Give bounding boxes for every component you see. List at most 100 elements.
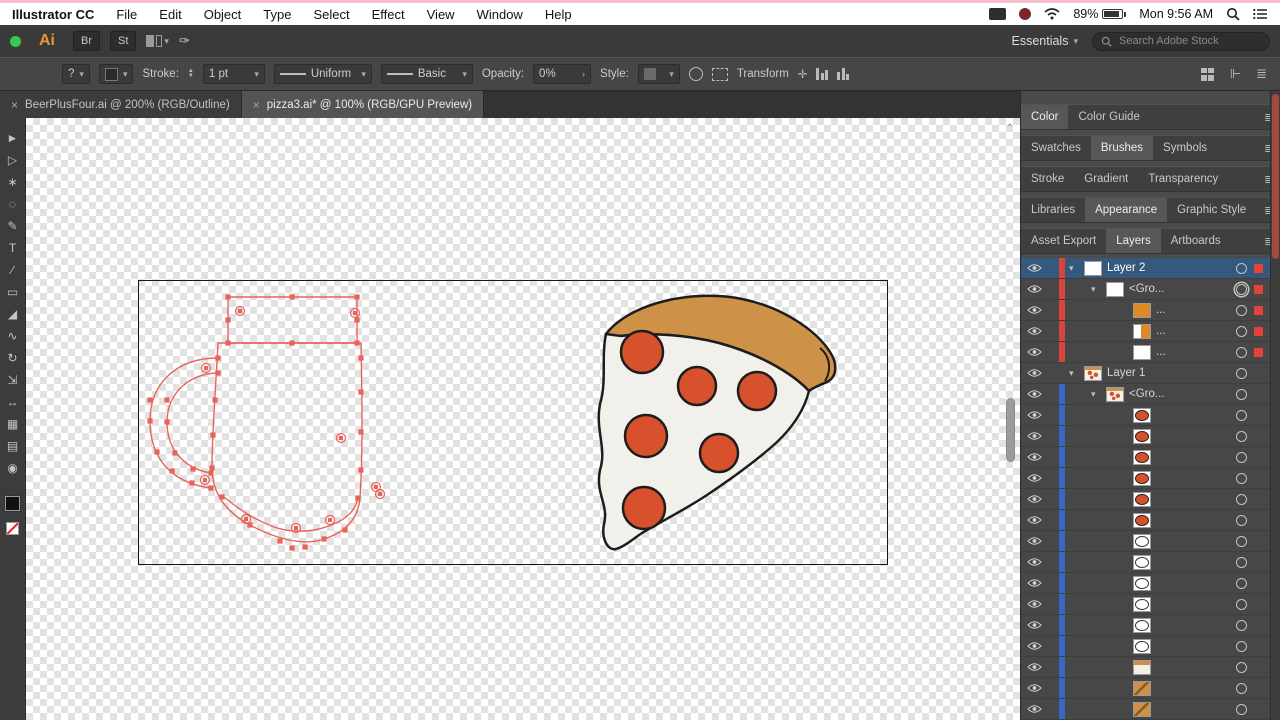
visibility-eye-icon[interactable] [1021, 578, 1047, 588]
panel-scrollbar[interactable] [1270, 91, 1280, 720]
wifi-icon[interactable] [1044, 8, 1060, 20]
layer-row[interactable] [1021, 636, 1270, 657]
panel-tab-libraries[interactable]: Libraries [1021, 198, 1085, 222]
panel-tab-color[interactable]: Color [1021, 105, 1069, 129]
layer-row[interactable] [1021, 699, 1270, 720]
layer-thumbnail[interactable] [1106, 386, 1124, 402]
brush-definition-dropdown[interactable]: Basic ▾ [380, 64, 473, 84]
visibility-eye-icon[interactable] [1021, 263, 1047, 273]
layer-row[interactable]: ▾ Layer 2 [1021, 258, 1270, 279]
layer-thumbnail[interactable] [1133, 596, 1151, 612]
disclosure-triangle-icon[interactable]: ▾ [1069, 263, 1079, 274]
layer-label[interactable]: <Gro... [1129, 283, 1164, 295]
visibility-eye-icon[interactable] [1021, 284, 1047, 294]
zoom-tool[interactable]: ◉ [2, 458, 24, 477]
rotate-tool[interactable]: ↻ [2, 348, 24, 367]
pen-tool[interactable]: ✎ [2, 216, 24, 235]
scale-tool[interactable]: ⇲ [2, 370, 24, 389]
document-tab[interactable]: × BeerPlusFour.ai @ 200% (RGB/Outline) [0, 91, 242, 118]
layer-target-circle[interactable] [1236, 493, 1247, 505]
menu-item-effect[interactable]: Effect [372, 7, 405, 22]
paintbrush-tool[interactable]: ◢ [2, 304, 24, 323]
layer-thumbnail[interactable] [1133, 701, 1151, 717]
panel-tab-color-guide[interactable]: Color Guide [1068, 105, 1149, 129]
layer-row[interactable] [1021, 594, 1270, 615]
menu-list-icon[interactable] [1253, 8, 1268, 20]
layer-row[interactable] [1021, 531, 1270, 552]
layer-target-circle[interactable] [1236, 514, 1247, 526]
layer-thumbnail[interactable] [1133, 575, 1151, 591]
lasso-tool[interactable]: ◌ [2, 194, 24, 213]
layer-row[interactable]: ▾ <Gro... [1021, 279, 1270, 300]
type-tool[interactable]: T [2, 238, 24, 257]
workspace-switcher[interactable]: Essentials ▾ [1011, 34, 1078, 48]
layer-thumbnail[interactable] [1133, 554, 1151, 570]
layer-row[interactable] [1021, 489, 1270, 510]
stock-search-field[interactable] [1092, 31, 1270, 51]
tool-preset-dropdown[interactable]: ? ▾ [62, 64, 90, 84]
layer-target-circle[interactable] [1236, 598, 1247, 610]
layer-label[interactable]: Layer 2 [1107, 262, 1145, 274]
display-icon[interactable] [989, 8, 1007, 20]
layer-target-circle[interactable] [1236, 388, 1247, 400]
visibility-eye-icon[interactable] [1021, 452, 1047, 462]
layer-target-circle[interactable] [1236, 703, 1247, 715]
visibility-eye-icon[interactable] [1021, 326, 1047, 336]
layer-thumbnail[interactable] [1133, 302, 1151, 318]
line-segment-tool[interactable]: ∕ [2, 260, 24, 279]
bridge-button[interactable]: Br [73, 31, 100, 51]
layer-thumbnail[interactable] [1133, 638, 1151, 654]
layer-row[interactable]: ... [1021, 342, 1270, 363]
layer-thumbnail[interactable] [1133, 344, 1151, 360]
layer-target-circle[interactable] [1236, 661, 1247, 673]
layer-target-circle[interactable] [1236, 640, 1247, 652]
layer-thumbnail[interactable] [1133, 533, 1151, 549]
layer-target-circle[interactable] [1236, 577, 1247, 589]
layer-thumbnail[interactable] [1084, 365, 1102, 381]
visibility-eye-icon[interactable] [1021, 368, 1047, 378]
stroke-weight-dropdown[interactable]: 1 pt ▾ [202, 64, 265, 84]
visibility-eye-icon[interactable] [1021, 389, 1047, 399]
status-red-icon[interactable] [1019, 8, 1032, 20]
panel-tab-artboards[interactable]: Artboards [1161, 229, 1231, 253]
document-tab[interactable]: × pizza3.ai* @ 100% (RGB/GPU Preview) [241, 91, 485, 118]
fill-indicator-swatch[interactable] [4, 495, 21, 512]
recolor-artwork-icon[interactable] [688, 67, 703, 81]
layer-row[interactable] [1021, 657, 1270, 678]
app-menu[interactable]: Illustrator CC [12, 7, 94, 22]
stock-button[interactable]: St [110, 31, 137, 51]
layer-thumbnail[interactable] [1133, 323, 1151, 339]
layer-target-circle[interactable] [1236, 472, 1247, 484]
close-tab-icon[interactable]: × [253, 98, 260, 112]
align-right-icon[interactable] [837, 68, 850, 80]
layer-row[interactable] [1021, 510, 1270, 531]
layer-target-circle[interactable] [1236, 682, 1247, 694]
spotlight-search-icon[interactable] [1226, 7, 1240, 21]
menu-item-select[interactable]: Select [313, 7, 349, 22]
menu-item-object[interactable]: Object [204, 7, 242, 22]
visibility-eye-icon[interactable] [1021, 494, 1047, 504]
width-tool[interactable]: ↔ [2, 392, 24, 411]
menu-item-view[interactable]: View [427, 7, 455, 22]
layer-row[interactable] [1021, 447, 1270, 468]
dock-panels-icon[interactable]: ⊩ [1230, 66, 1241, 82]
stroke-none-swatch[interactable] [6, 522, 19, 535]
visibility-eye-icon[interactable] [1021, 536, 1047, 546]
layer-thumbnail[interactable] [1106, 281, 1124, 297]
layer-target-circle[interactable] [1236, 430, 1247, 442]
layer-thumbnail[interactable] [1133, 680, 1151, 696]
mesh-tool[interactable]: ▦ [2, 414, 24, 433]
disclosure-triangle-icon[interactable]: ▾ [1091, 389, 1101, 400]
close-tab-icon[interactable]: × [11, 98, 18, 112]
layer-row[interactable] [1021, 552, 1270, 573]
magic-wand-tool[interactable]: ∗ [2, 172, 24, 191]
panel-tab-gradient[interactable]: Gradient [1074, 167, 1138, 191]
visibility-eye-icon[interactable] [1021, 305, 1047, 315]
visibility-eye-icon[interactable] [1021, 662, 1047, 672]
layer-row[interactable] [1021, 468, 1270, 489]
window-green-button[interactable] [10, 35, 21, 47]
layer-thumbnail[interactable] [1133, 617, 1151, 633]
layer-target-circle[interactable] [1236, 556, 1247, 568]
direct-selection-tool[interactable]: ▷ [2, 150, 24, 169]
panel-tab-symbols[interactable]: Symbols [1153, 136, 1217, 160]
